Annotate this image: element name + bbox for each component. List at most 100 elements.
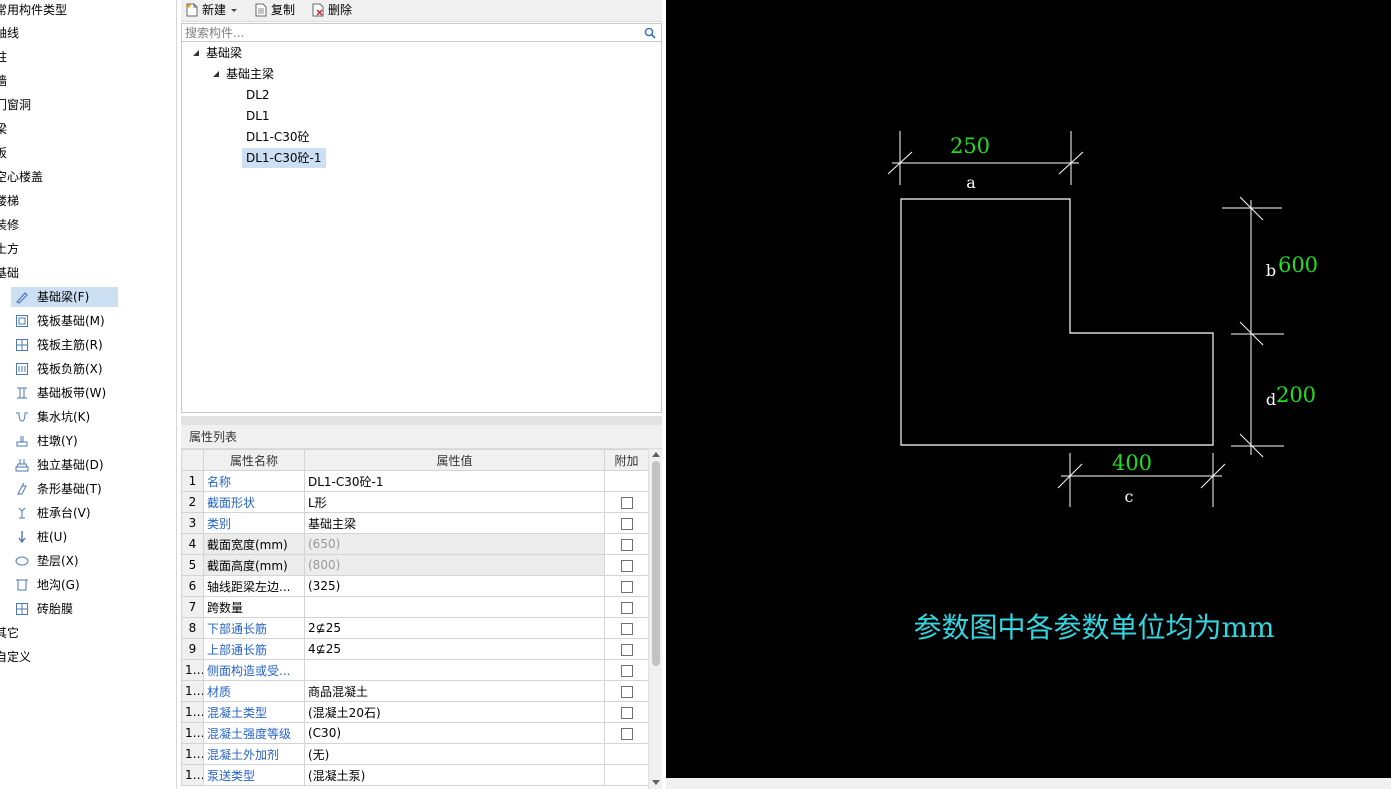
sub-item-raft-negative-rebar[interactable]: 筏板负筋(X) <box>11 359 118 379</box>
tree-node-root[interactable]: 基础梁 <box>202 43 246 63</box>
table-row[interactable]: 4 截面宽度(mm) (650) <box>181 533 649 555</box>
table-row[interactable]: 10 侧面构造或受... <box>181 659 649 681</box>
extra-checkbox[interactable] <box>620 559 633 572</box>
tree-leaf-dl2[interactable]: DL2 <box>242 85 274 105</box>
category-wall[interactable]: 墙 <box>0 71 7 91</box>
table-row[interactable]: 7 跨数量 <box>181 596 649 618</box>
property-name: 侧面构造或受... <box>203 659 305 681</box>
scroll-up-arrow-icon[interactable] <box>652 452 660 457</box>
table-row[interactable]: 11 材质 商品混凝土 <box>181 680 649 702</box>
sub-item-brick-mold[interactable]: 砖胎膜 <box>11 599 118 619</box>
property-value[interactable]: 基础主梁 <box>304 512 605 534</box>
tree-leaf-dl1[interactable]: DL1 <box>242 106 274 126</box>
category-decoration[interactable]: 装修 <box>0 215 19 235</box>
category-axis[interactable]: 轴线 <box>0 23 19 43</box>
table-row[interactable]: 9 上部通长筋 4⊈25 <box>181 638 649 660</box>
property-value[interactable]: (C30) <box>304 722 605 744</box>
sub-item-pile-cap[interactable]: 桩承台(V) <box>11 503 118 523</box>
property-value[interactable]: (混凝土20石) <box>304 701 605 723</box>
extra-checkbox[interactable] <box>620 580 633 593</box>
units-note: 参数图中各参数单位均为mm <box>913 611 1274 644</box>
property-value[interactable]: (325) <box>304 575 605 597</box>
category-foundation[interactable]: 基础 <box>0 263 19 283</box>
property-value[interactable]: 2⊈25 <box>304 617 605 639</box>
sub-item-foundation-strip[interactable]: 基础板带(W) <box>11 383 118 403</box>
table-row[interactable]: 5 截面高度(mm) (800) <box>181 554 649 576</box>
tree-node-group[interactable]: 基础主梁 <box>222 64 278 84</box>
table-row[interactable]: 8 下部通长筋 2⊈25 <box>181 617 649 639</box>
property-value[interactable]: (混凝土泵) <box>304 764 605 786</box>
tree-leaf-dl1-c30[interactable]: DL1-C30砼 <box>242 127 314 147</box>
scroll-down-arrow-icon[interactable] <box>652 780 660 785</box>
tree-expanded-arrow-icon[interactable] <box>192 49 200 57</box>
search-icon[interactable] <box>644 27 656 39</box>
category-slab[interactable]: 板 <box>0 143 7 163</box>
panel-splitter[interactable] <box>181 416 662 425</box>
extra-checkbox[interactable] <box>620 622 633 635</box>
extra-checkbox[interactable] <box>620 496 633 509</box>
property-value[interactable]: 4⊈25 <box>304 638 605 660</box>
property-value[interactable]: (800) <box>304 554 605 576</box>
sub-item-raft-main-rebar[interactable]: 筏板主筋(R) <box>11 335 118 355</box>
table-row[interactable]: 1 名称 DL1-C30砼-1 <box>181 470 649 492</box>
property-value[interactable] <box>304 659 605 681</box>
category-common[interactable]: 常用构件类型 <box>0 0 67 20</box>
extra-checkbox[interactable] <box>620 727 633 740</box>
table-row[interactable]: 3 类别 基础主梁 <box>181 512 649 534</box>
property-value[interactable]: DL1-C30砼-1 <box>304 470 605 492</box>
property-scrollbar[interactable] <box>648 449 662 789</box>
table-row[interactable]: 13 混凝土强度等级 (C30) <box>181 722 649 744</box>
tree-leaf-dl1-c30-1[interactable]: DL1-C30砼-1 <box>242 148 326 168</box>
sub-item-foundation-beam[interactable]: 基础梁(F) <box>11 287 118 307</box>
category-column[interactable]: 柱 <box>0 47 7 67</box>
search-input[interactable] <box>182 24 632 41</box>
category-stairs[interactable]: 楼梯 <box>0 191 19 211</box>
extra-checkbox[interactable] <box>620 706 633 719</box>
property-value[interactable]: (无) <box>304 743 605 765</box>
category-hollow-floor[interactable]: 空心楼盖 <box>0 167 43 187</box>
extra-checkbox[interactable] <box>620 664 633 677</box>
category-other[interactable]: 其它 <box>0 623 19 643</box>
copy-button[interactable]: 复制 <box>255 0 295 20</box>
property-name: 类别 <box>203 512 305 534</box>
category-custom[interactable]: 自定义 <box>0 647 31 667</box>
sub-item-raft-foundation[interactable]: 筏板基础(M) <box>11 311 118 331</box>
property-extra-cell <box>604 554 649 576</box>
tree-expanded-arrow-icon[interactable] <box>212 70 220 78</box>
component-tree: 基础梁 基础主梁 DL2 DL1 DL1-C30砼 DL1-C30砼-1 <box>181 42 662 413</box>
property-value[interactable]: 商品混凝土 <box>304 680 605 702</box>
property-value[interactable]: (650) <box>304 533 605 555</box>
chevron-down-icon[interactable] <box>230 6 238 14</box>
table-row[interactable]: 2 截面形状 L形 <box>181 491 649 513</box>
l-section-diagram: 250 a b 600 d 200 400 c 参数图中各参数单位均为mm <box>887 131 1318 644</box>
property-value[interactable]: L形 <box>304 491 605 513</box>
new-button[interactable]: 新建 <box>186 0 238 20</box>
extra-checkbox[interactable] <box>620 538 633 551</box>
extra-checkbox[interactable] <box>620 601 633 614</box>
sub-item-sump-pit[interactable]: 集水坑(K) <box>11 407 118 427</box>
category-earthwork[interactable]: 土方 <box>0 239 19 259</box>
sub-item-cushion-layer[interactable]: 垫层(X) <box>11 551 118 571</box>
extra-checkbox[interactable] <box>620 517 633 530</box>
scrollbar-thumb[interactable] <box>652 461 660 666</box>
extra-checkbox[interactable] <box>620 685 633 698</box>
sub-item-column-pier[interactable]: 柱墩(Y) <box>11 431 118 451</box>
sub-item-label: 基础板带(W) <box>37 386 107 400</box>
table-row[interactable]: 15 泵送类型 (混凝土泵) <box>181 764 649 786</box>
sub-item-strip-footing[interactable]: 条形基础(T) <box>11 479 118 499</box>
dimension-a-value: 250 <box>950 134 990 158</box>
column-header-extra: 附加 <box>604 449 649 471</box>
category-door-window[interactable]: 门窗洞 <box>0 95 31 115</box>
sub-item-trench[interactable]: 地沟(G) <box>11 575 118 595</box>
extra-checkbox[interactable] <box>620 643 633 656</box>
category-beam[interactable]: 梁 <box>0 119 7 139</box>
property-extra-cell <box>604 575 649 597</box>
table-row[interactable]: 14 混凝土外加剂 (无) <box>181 743 649 765</box>
sub-item-pile[interactable]: 桩(U) <box>11 527 118 547</box>
table-row[interactable]: 12 混凝土类型 (混凝土20石) <box>181 701 649 723</box>
column-pier-icon <box>16 436 28 447</box>
sub-item-isolated-footing[interactable]: 独立基础(D) <box>11 455 118 475</box>
table-row[interactable]: 6 轴线距梁左边... (325) <box>181 575 649 597</box>
delete-button[interactable]: 删除 <box>312 0 352 20</box>
property-value[interactable] <box>304 596 605 618</box>
